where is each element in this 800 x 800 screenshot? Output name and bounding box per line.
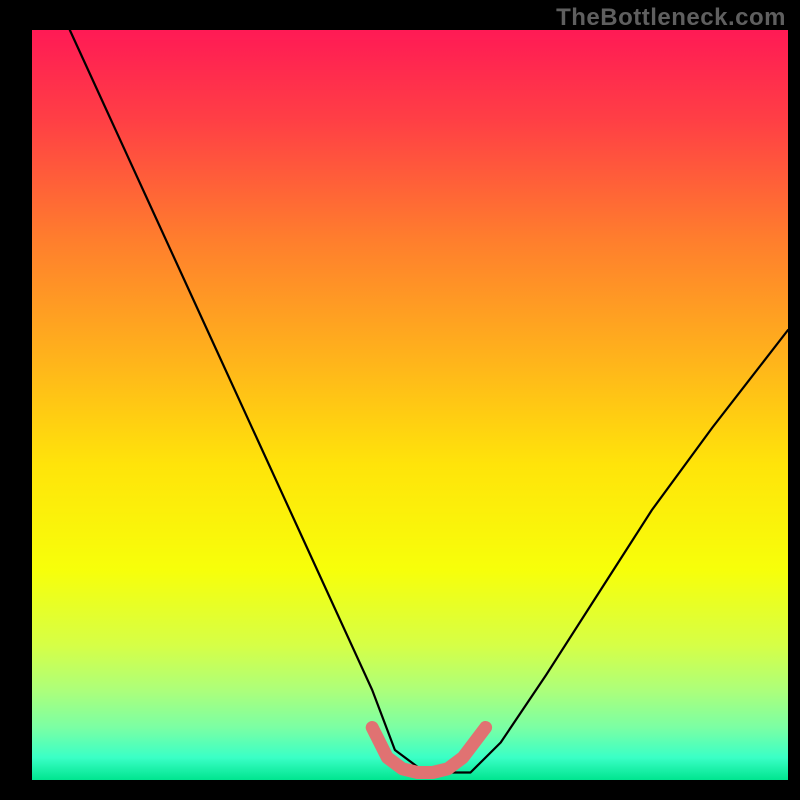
bottleneck-chart: [0, 0, 800, 800]
watermark-text: TheBottleneck.com: [556, 4, 786, 32]
chart-container: TheBottleneck.com: [0, 0, 800, 800]
plot-background: [32, 30, 788, 780]
